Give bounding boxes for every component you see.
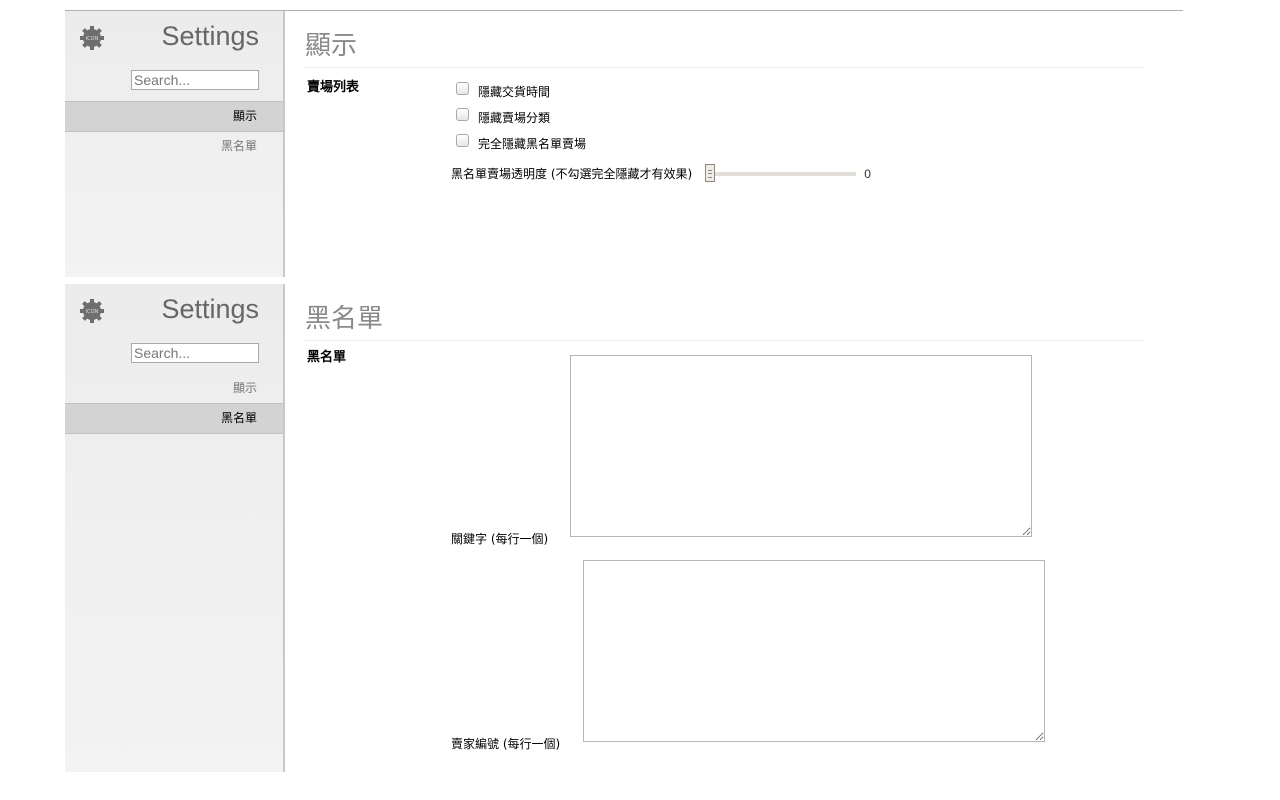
sidebar-title: Settings xyxy=(161,294,259,324)
search-input[interactable] xyxy=(131,70,259,90)
settings-panel-blacklist: ICON Settings 顯示 黑名單 黑名單 黑名單 關鍵字 (每行一個) … xyxy=(65,284,1183,772)
slider-value: 0 xyxy=(864,166,871,181)
sidebar-item-blacklist[interactable]: 黑名單 xyxy=(65,403,283,434)
page-title: 顯示 xyxy=(305,11,1144,68)
slider-handle[interactable] xyxy=(705,163,716,182)
keywords-label: 關鍵字 (每行一個) xyxy=(451,532,549,546)
sidebar-item-display[interactable]: 顯示 xyxy=(65,374,283,403)
checkbox[interactable] xyxy=(456,82,469,95)
sidebar: ICON Settings 顯示 黑名單 xyxy=(65,11,285,277)
main-content: 黑名單 黑名單 關鍵字 (每行一個) 賣家編號 (每行一個) xyxy=(305,284,1144,751)
seller-id-textarea[interactable] xyxy=(583,560,1045,742)
section-label: 賣場列表 xyxy=(307,80,360,95)
option-hide-delivery-time[interactable]: 隱藏交貨時間 xyxy=(456,82,551,100)
svg-text:ICON: ICON xyxy=(86,309,99,315)
sidebar-item-blacklist[interactable]: 黑名單 xyxy=(65,132,283,161)
option-label: 完全隱藏黑名單賣場 xyxy=(478,137,587,151)
keywords-textarea[interactable] xyxy=(570,355,1032,537)
slider-label: 黑名單賣場透明度 (不勾選完全隱藏才有效果) xyxy=(451,167,693,181)
gear-icon: ICON xyxy=(80,26,104,50)
checkbox[interactable] xyxy=(456,108,469,121)
sidebar-item-display[interactable]: 顯示 xyxy=(65,101,283,132)
option-label: 隱藏賣場分類 xyxy=(478,111,551,125)
svg-text:ICON: ICON xyxy=(86,36,99,42)
page-title: 黑名單 xyxy=(305,284,1144,341)
checkbox[interactable] xyxy=(456,134,469,147)
seller-id-label: 賣家編號 (每行一個) xyxy=(451,737,561,751)
settings-panel-display: ICON Settings 顯示 黑名單 顯示 賣場列表 隱藏交貨時間 隱藏賣場… xyxy=(65,10,1183,277)
sidebar-title: Settings xyxy=(161,21,259,51)
search-input[interactable] xyxy=(131,343,259,363)
option-hide-store-category[interactable]: 隱藏賣場分類 xyxy=(456,108,551,126)
sidebar: ICON Settings 顯示 黑名單 xyxy=(65,284,285,772)
option-fully-hide-blacklist[interactable]: 完全隱藏黑名單賣場 xyxy=(456,134,587,152)
sidebar-nav: 顯示 黑名單 xyxy=(65,101,283,161)
sidebar-nav: 顯示 黑名單 xyxy=(65,374,283,434)
gear-icon: ICON xyxy=(80,299,104,323)
main-content: 顯示 賣場列表 隱藏交貨時間 隱藏賣場分類 完全隱藏黑名單賣場 黑名單賣場透明度… xyxy=(305,11,1144,182)
option-label: 隱藏交貨時間 xyxy=(478,85,551,99)
section-label: 黑名單 xyxy=(307,350,347,365)
opacity-slider-row: 黑名單賣場透明度 (不勾選完全隱藏才有效果) 0 xyxy=(451,163,871,182)
opacity-slider[interactable] xyxy=(705,163,857,182)
